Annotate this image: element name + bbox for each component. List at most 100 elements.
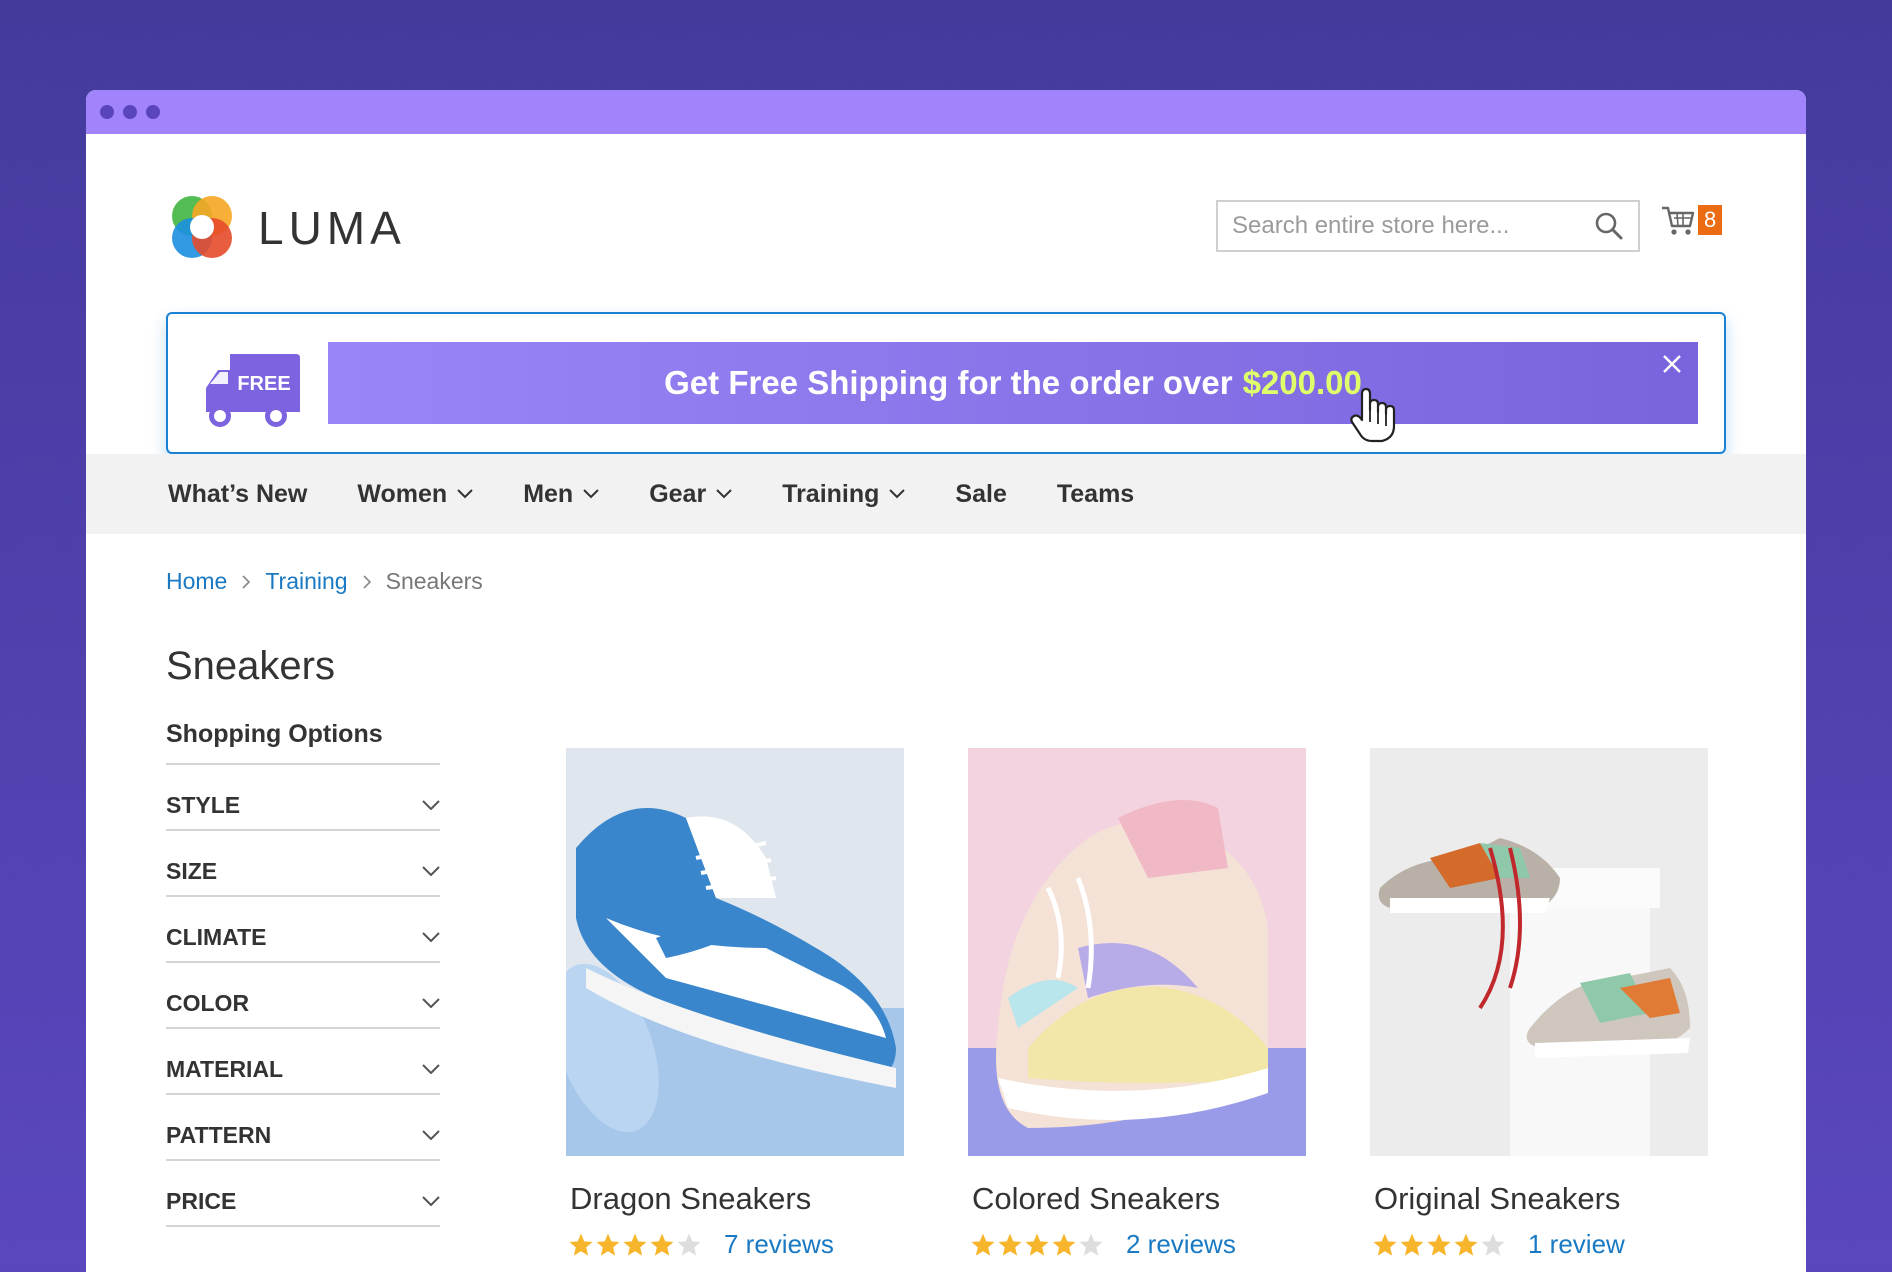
nav-item-label: Women: [357, 479, 448, 508]
free-shipping-truck-icon: FREE: [206, 354, 300, 427]
star-filled-icon: [623, 1233, 647, 1256]
product-name[interactable]: Colored Sneakers: [968, 1181, 1306, 1217]
promo-text: Get Free Shipping for the order over: [664, 364, 1233, 401]
filter-label: CLIMATE: [166, 923, 267, 950]
search-icon[interactable]: [1594, 211, 1624, 241]
shopping-options-title: Shopping Options: [166, 720, 440, 765]
nav-item-what-s-new[interactable]: What’s New: [168, 480, 307, 509]
rating-stars: [970, 1232, 1104, 1258]
star-filled-icon: [1373, 1233, 1397, 1256]
filter-sidebar: Shopping Options STYLE SIZE CLIMATE COLOR MA…: [166, 720, 440, 1227]
filter-label: PATTERN: [166, 1121, 272, 1148]
nav-item-label: Men: [523, 479, 574, 508]
cart-count-badge: 8: [1698, 205, 1723, 235]
nav-item-women[interactable]: Women: [357, 480, 473, 509]
product-name[interactable]: Dragon Sneakers: [566, 1181, 904, 1217]
site-header: LUMA 8: [86, 134, 1806, 314]
rating-stars: [568, 1232, 702, 1258]
star-filled-icon: [1454, 1233, 1478, 1256]
nav-item-label: What’s New: [168, 479, 308, 508]
filter-label: STYLE: [166, 791, 241, 818]
breadcrumb-home[interactable]: Home: [166, 568, 227, 595]
product-image-dragon-sneakers[interactable]: [553, 748, 904, 1156]
product-image-original-sneakers[interactable]: [1370, 748, 1708, 1156]
nav-item-teams[interactable]: Teams: [1057, 480, 1134, 509]
chevron-down-icon: [457, 489, 473, 499]
browser-titlebar: [86, 90, 1806, 134]
filter-style[interactable]: STYLE: [166, 765, 440, 831]
star-filled-icon: [1427, 1233, 1451, 1256]
window-dot: [100, 105, 114, 119]
chevron-down-icon: [422, 1064, 440, 1074]
nav-item-label: Gear: [649, 479, 707, 508]
breadcrumb: Home Training Sneakers: [166, 568, 483, 595]
chevron-down-icon: [422, 998, 440, 1008]
main-navigation: What’s New Women Men Gear Training Sale Teams: [86, 454, 1806, 534]
star-filled-icon: [1400, 1233, 1424, 1256]
filter-size[interactable]: SIZE: [166, 831, 440, 897]
promo-message-bar[interactable]: Get Free Shipping for the order over $20…: [328, 342, 1698, 424]
star-filled-icon: [596, 1233, 620, 1256]
star-filled-icon: [998, 1233, 1022, 1256]
page-title: Sneakers: [166, 644, 335, 688]
chevron-down-icon: [422, 1196, 440, 1206]
close-icon[interactable]: [1660, 352, 1684, 376]
promo-amount: $200.00: [1242, 364, 1362, 401]
star-empty-icon: [677, 1233, 701, 1256]
chevron-down-icon: [889, 489, 906, 499]
chevron-down-icon: [583, 489, 599, 499]
search-box[interactable]: [1216, 200, 1640, 252]
product-rating: 1 review: [1370, 1229, 1708, 1260]
reviews-link[interactable]: 7 reviews: [724, 1229, 834, 1260]
nav-item-training[interactable]: Training: [782, 479, 906, 509]
reviews-link[interactable]: 2 reviews: [1126, 1229, 1236, 1260]
product-rating: 2 reviews: [968, 1229, 1306, 1260]
star-filled-icon: [971, 1233, 995, 1256]
product-card[interactable]: Dragon Sneakers 7 reviews: [553, 748, 904, 1260]
nav-item-label: Training: [782, 479, 880, 508]
filter-material[interactable]: MATERIAL: [166, 1029, 440, 1095]
star-filled-icon: [650, 1233, 674, 1256]
product-grid: Dragon Sneakers 7 reviews Colored Sneake…: [553, 748, 1708, 1260]
filter-color[interactable]: COLOR: [166, 963, 440, 1029]
chevron-down-icon: [422, 866, 440, 876]
filter-pattern[interactable]: PATTERN: [166, 1095, 440, 1161]
search-input[interactable]: [1232, 212, 1594, 240]
free-shipping-banner[interactable]: FREE Get Free Shipping for the order ove…: [166, 312, 1726, 454]
nav-item-sale[interactable]: Sale: [955, 480, 1006, 509]
chevron-down-icon: [716, 489, 732, 499]
product-image-colored-sneakers[interactable]: [968, 748, 1306, 1156]
browser-window: LUMA 8: [86, 90, 1806, 1272]
chevron-right-icon: [242, 574, 251, 589]
filter-price[interactable]: PRICE: [166, 1161, 440, 1227]
product-card[interactable]: Colored Sneakers 2 reviews: [968, 748, 1306, 1260]
product-card[interactable]: Original Sneakers 1 review: [1370, 748, 1708, 1260]
truck-badge-text: FREE: [237, 373, 290, 395]
filter-label: SIZE: [166, 857, 218, 884]
nav-item-label: Teams: [1056, 479, 1135, 508]
filter-climate[interactable]: CLIMATE: [166, 897, 440, 963]
product-name[interactable]: Original Sneakers: [1370, 1181, 1708, 1217]
cart-icon[interactable]: [1660, 202, 1696, 238]
chevron-right-icon: [363, 574, 371, 589]
star-filled-icon: [1025, 1233, 1049, 1256]
star-empty-icon: [1481, 1233, 1505, 1256]
nav-item-men[interactable]: Men: [523, 480, 599, 509]
chevron-down-icon: [422, 800, 440, 810]
filter-label: COLOR: [166, 989, 250, 1016]
reviews-link[interactable]: 1 review: [1528, 1229, 1625, 1260]
breadcrumb-current: Sneakers: [385, 568, 483, 594]
filter-label: PRICE: [166, 1187, 237, 1214]
luma-logo-icon: [172, 196, 232, 258]
window-dot: [146, 105, 160, 119]
star-filled-icon: [569, 1233, 593, 1256]
store-logo[interactable]: LUMA: [166, 192, 406, 264]
rating-stars: [1372, 1232, 1506, 1258]
minicart[interactable]: 8: [1660, 202, 1723, 238]
product-rating: 7 reviews: [566, 1229, 904, 1260]
nav-item-gear[interactable]: Gear: [649, 480, 732, 509]
chevron-down-icon: [422, 932, 440, 942]
breadcrumb-training[interactable]: Training: [265, 568, 347, 595]
hand-pointer-icon: [1350, 387, 1396, 443]
filter-label: MATERIAL: [166, 1055, 284, 1082]
